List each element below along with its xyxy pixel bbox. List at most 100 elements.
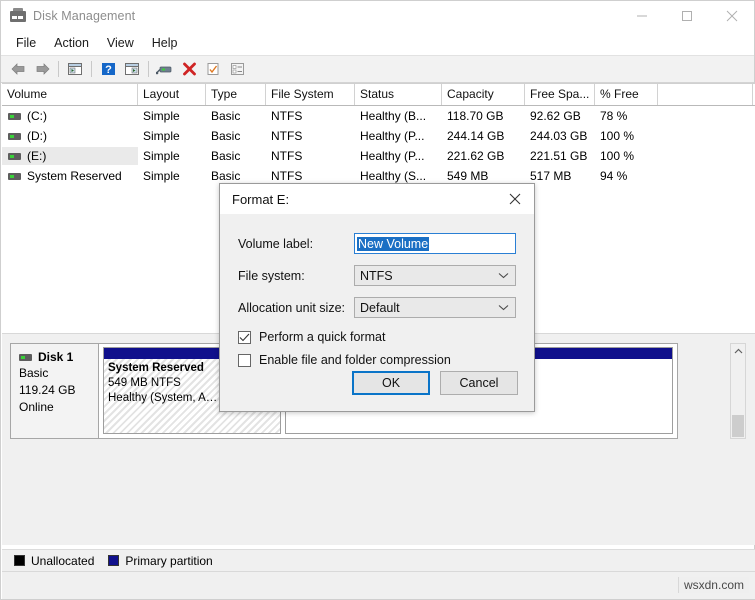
show-hide-action-pane-icon[interactable] — [120, 58, 144, 80]
file-system-value: NTFS — [360, 268, 393, 283]
disk-management-window: Disk Management File Action View Help ? … — [0, 0, 755, 600]
maximize-button[interactable] — [664, 1, 709, 31]
dialog-close-button[interactable] — [496, 184, 534, 214]
table-row[interactable]: (C:) Simple Basic NTFS Healthy (B... 118… — [2, 106, 755, 126]
disk-title: Disk 1 — [19, 350, 98, 364]
legend: Unallocated Primary partition — [2, 549, 755, 571]
volume-icon — [8, 152, 21, 160]
disk-pane-scrollbar[interactable] — [730, 343, 746, 439]
volume-label-value: New Volume — [357, 236, 430, 251]
volume-name: System Reserved — [27, 169, 122, 183]
legend-item-primary-partition: Primary partition — [108, 554, 213, 568]
dialog-title-bar: Format E: — [220, 184, 534, 215]
title-bar: Disk Management — [1, 1, 754, 31]
percent-free-cell: 100 % — [600, 129, 635, 143]
volume-icon — [8, 132, 21, 140]
table-row[interactable]: (D:) Simple Basic NTFS Healthy (P... 244… — [2, 126, 755, 146]
column-header-type[interactable]: Type — [206, 84, 266, 105]
cancel-button[interactable]: Cancel — [440, 371, 518, 395]
volume-list-header: Volume Layout Type File System Status Ca… — [2, 83, 755, 106]
disk-management-icon — [10, 8, 26, 24]
layout-cell: Simple — [143, 149, 180, 163]
toolbar: ? — [1, 55, 754, 83]
volume-label-input[interactable]: New Volume — [354, 233, 516, 254]
compression-row[interactable]: Enable file and folder compression — [238, 353, 516, 367]
volume-label-label: Volume label: — [238, 236, 314, 251]
list-view-icon[interactable] — [225, 58, 249, 80]
quick-format-row[interactable]: Perform a quick format — [238, 330, 516, 344]
percent-free-cell: 78 % — [600, 109, 628, 123]
status-cell: Healthy (P... — [360, 149, 425, 163]
toolbar-separator — [148, 61, 149, 77]
file-system-cell: NTFS — [271, 129, 303, 143]
menu-item-view[interactable]: View — [98, 33, 143, 53]
volume-name: (E:) — [27, 149, 47, 163]
type-cell: Basic — [211, 149, 241, 163]
volume-list-rows: (C:) Simple Basic NTFS Healthy (B... 118… — [2, 106, 755, 186]
status-bar: wsxdn.com — [2, 571, 755, 599]
toolbar-separator — [58, 61, 59, 77]
chevron-down-icon — [498, 270, 509, 282]
column-header-volume[interactable]: Volume — [2, 84, 138, 105]
svg-text:?: ? — [105, 64, 112, 76]
column-header-status[interactable]: Status — [355, 84, 442, 105]
window-controls — [619, 1, 754, 31]
allocation-unit-size-row: Allocation unit size: Default — [238, 297, 516, 318]
table-row[interactable]: (E:) Simple Basic NTFS Healthy (P... 221… — [2, 146, 755, 166]
free-space-cell: 92.62 GB — [530, 109, 581, 123]
toolbar-separator — [91, 61, 92, 77]
compression-checkbox[interactable] — [238, 353, 251, 367]
compression-label: Enable file and folder compression — [259, 353, 451, 367]
show-hide-console-tree-icon[interactable] — [63, 58, 87, 80]
disk-type: Basic — [19, 366, 49, 380]
layout-cell: Simple — [143, 109, 180, 123]
menu-item-help[interactable]: Help — [143, 33, 187, 53]
column-header-capacity[interactable]: Capacity — [442, 84, 525, 105]
forward-icon[interactable] — [30, 58, 54, 80]
legend-swatch-primary-partition — [108, 555, 120, 566]
chevron-down-icon — [498, 302, 509, 314]
free-space-cell: 244.03 GB — [530, 129, 588, 143]
type-cell: Basic — [211, 169, 241, 183]
file-system-row: File system: NTFS — [238, 265, 516, 286]
ok-button[interactable]: OK — [352, 371, 430, 395]
dialog-body: Volume label: New Volume File system: NT… — [220, 215, 534, 367]
capacity-cell: 118.70 GB — [447, 109, 504, 123]
quick-format-checkbox[interactable] — [238, 330, 251, 344]
type-cell: Basic — [211, 129, 241, 143]
column-header-free-space[interactable]: Free Spa... — [525, 84, 595, 105]
back-icon[interactable] — [6, 58, 30, 80]
properties-icon[interactable] — [201, 58, 225, 80]
volume-name: (D:) — [27, 129, 47, 143]
volume-cell[interactable]: (C:) — [2, 107, 138, 125]
allocation-unit-size-select[interactable]: Default — [354, 297, 516, 318]
scroll-up-icon[interactable] — [731, 344, 745, 359]
menu-item-action[interactable]: Action — [45, 33, 98, 53]
minimize-button[interactable] — [619, 1, 664, 31]
column-header-layout[interactable]: Layout — [138, 84, 206, 105]
volume-cell[interactable]: System Reserved — [2, 167, 138, 185]
menu-item-file[interactable]: File — [7, 33, 45, 53]
status-cell: Healthy (P... — [360, 129, 425, 143]
file-system-cell: NTFS — [271, 149, 303, 163]
percent-free-cell: 100 % — [600, 149, 635, 163]
close-button[interactable] — [709, 1, 754, 31]
volume-cell[interactable]: (E:) — [2, 147, 138, 165]
disk-info-panel[interactable]: Disk 1 Basic 119.24 GB Online — [11, 344, 99, 438]
volume-label-row: Volume label: New Volume — [238, 233, 516, 254]
scrollbar-thumb[interactable] — [732, 415, 744, 437]
format-dialog: Format E: Volume label: New Volume File … — [219, 183, 535, 412]
file-system-select[interactable]: NTFS — [354, 265, 516, 286]
type-cell: Basic — [211, 109, 241, 123]
volume-cell[interactable]: (D:) — [2, 127, 138, 145]
dialog-title: Format E: — [232, 191, 290, 207]
window-title: Disk Management — [33, 9, 136, 23]
rescan-disks-icon[interactable] — [153, 58, 177, 80]
dialog-buttons: OK Cancel — [352, 371, 518, 395]
help-icon[interactable]: ? — [96, 58, 120, 80]
watermark: wsxdn.com — [677, 577, 749, 593]
capacity-cell: 549 MB — [447, 169, 489, 183]
column-header-file-system[interactable]: File System — [266, 84, 355, 105]
column-header-percent-free[interactable]: % Free — [595, 84, 658, 105]
delete-icon[interactable] — [177, 58, 201, 80]
